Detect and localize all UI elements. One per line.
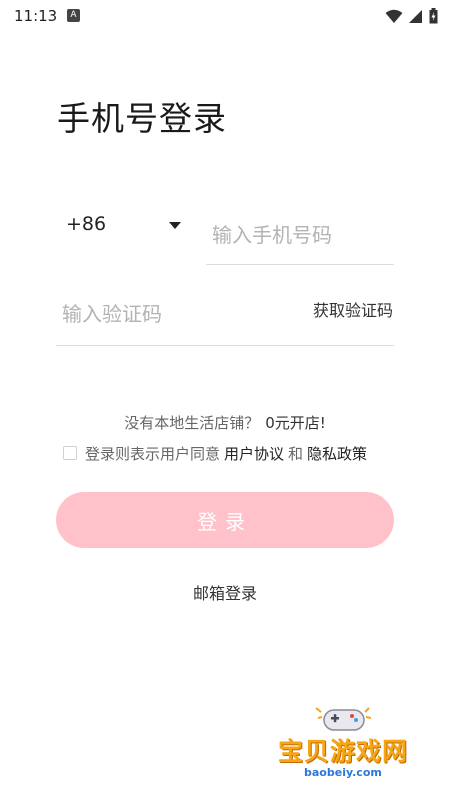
status-icons [385,7,438,25]
wifi-icon [385,9,403,23]
status-time: 11:13 [14,7,58,25]
watermark-logo: 宝贝游戏网 baobeiy.com [270,700,430,795]
signal-icon [409,9,422,23]
page-title: 手机号登录 [57,99,227,138]
get-code-button[interactable]: 获取验证码 [313,297,393,321]
login-button[interactable]: 登录 [56,492,394,548]
notification-icon: A [67,9,80,22]
privacy-policy-link[interactable]: 隐私政策 [307,443,367,464]
agreement-conjunction: 和 [288,444,304,463]
phone-input[interactable] [206,205,394,265]
email-login-link[interactable]: 邮箱登录 [0,580,450,604]
country-code-selector[interactable]: +86 [66,213,106,235]
battery-icon [429,8,438,24]
promo-text: 没有本地生活店铺？ [124,414,260,432]
open-store-link[interactable]: 0元开店! [265,414,326,432]
watermark-text: 宝贝游戏网 [278,737,409,766]
chevron-down-icon[interactable] [169,222,181,229]
agreement-prefix: 登录则表示用户同意 [85,444,221,463]
agreement-row: 登录则表示用户同意 用户协议 和 隐私政策 [63,442,371,464]
gamepad-icon [315,707,372,731]
promo-line: 没有本地生活店铺？ 0元开店! [0,412,450,433]
user-agreement-link[interactable]: 用户协议 [224,443,284,464]
status-bar: 11:13 A [0,0,450,32]
watermark-url: baobeiy.com [304,766,382,779]
agreement-checkbox[interactable] [63,446,77,460]
